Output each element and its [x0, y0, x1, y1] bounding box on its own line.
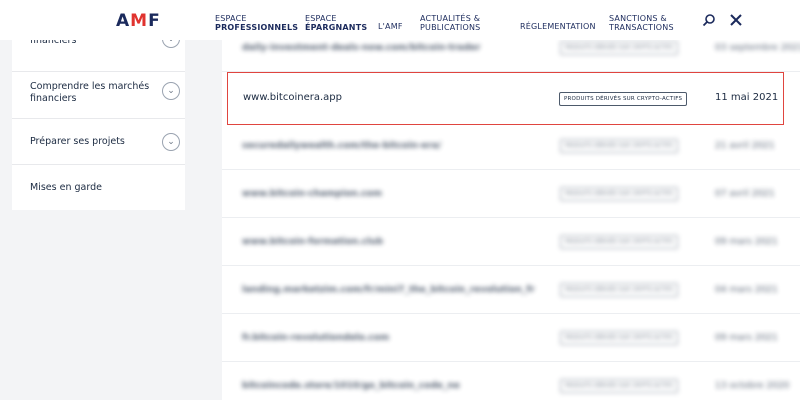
nav-line1: ESPACE [215, 14, 247, 23]
nav-line1: SANCTIONS & [609, 14, 667, 23]
row-url[interactable]: bitcoincode.store/1010/go_bitcoin_code_n… [242, 381, 460, 391]
sidebar-item-preparer-ses-projets[interactable]: Préparer ses projets ⌄ [12, 119, 185, 165]
row-date: 11 mai 2021 [715, 92, 779, 103]
nav-line2: PUBLICATIONS [420, 23, 481, 32]
search-icon[interactable] [702, 13, 716, 27]
nav-sanctions-transactions[interactable]: SANCTIONS & TRANSACTIONS [609, 14, 674, 32]
row-date: 04 mars 2021 [715, 285, 778, 295]
close-icon[interactable] [729, 13, 743, 27]
nav-line2: PROFESSIONNELS [215, 23, 299, 32]
highlighted-table-row[interactable]: www.bitcoinera.app PRODUITS DÉRIVÉS SUR … [227, 72, 784, 125]
nav-line1: ACTUALITÉS & [420, 14, 481, 23]
chevron-down-icon[interactable]: ⌄ [162, 133, 180, 151]
table-row[interactable]: securedailywealth.com/the-bitcoin-era/ P… [222, 122, 800, 170]
nav-line1: L'AMF [378, 22, 403, 31]
nav-line1: RÉGLEMENTATION [520, 22, 596, 31]
logo-text: AMF [116, 11, 161, 31]
row-url[interactable]: www.bitcoin-champion.com [242, 189, 382, 199]
sidebar-item-mises-en-garde[interactable]: Mises en garde [12, 165, 185, 210]
nav-lamf[interactable]: L'AMF [378, 22, 403, 31]
sidebar-item-financiers[interactable]: financiers ⌄ [12, 30, 185, 72]
row-category-badge: PRODUITS DÉRIVÉS SUR CRYPTO-ACTIFS [560, 235, 679, 249]
row-date: 21 avril 2021 [715, 141, 775, 151]
row-date: 13 octobre 2020 [715, 381, 790, 391]
row-category-badge: PRODUITS DÉRIVÉS SUR CRYPTO-ACTIFS [560, 41, 679, 55]
nav-espace-professionnels[interactable]: ESPACE PROFESSIONNELS [215, 14, 298, 32]
nav-espace-epargnants[interactable]: ESPACE ÉPARGNANTS [305, 14, 367, 32]
nav-reglementation[interactable]: RÉGLEMENTATION [520, 22, 596, 31]
row-url[interactable]: securedailywealth.com/the-bitcoin-era/ [242, 141, 441, 151]
sidebar-item-comprendre-les-marches[interactable]: Comprendre les marchés financiers ⌄ [12, 72, 185, 119]
sidebar-menu: financiers ⌄ Comprendre les marchés fina… [12, 30, 185, 210]
table-row[interactable]: www.bitcoin-champion.com PRODUITS DÉRIVÉ… [222, 170, 800, 218]
sidebar-item-label: Mises en garde [30, 182, 102, 193]
row-date: 09 mars 2021 [715, 333, 778, 343]
table-row[interactable]: bitcoincode.store/1010/go_bitcoin_code_n… [222, 362, 800, 400]
table-row[interactable]: www.bitcoin-formation.club PRODUITS DÉRI… [222, 218, 800, 266]
row-category-badge: PRODUITS DÉRIVÉS SUR CRYPTO-ACTIFS [560, 379, 679, 393]
row-category-badge: PRODUITS DÉRIVÉS SUR CRYPTO-ACTIFS [560, 187, 679, 201]
row-category-badge: PRODUITS DÉRIVÉS SUR CRYPTO-ACTIFS [560, 331, 679, 345]
row-url[interactable]: www.bitcoin-formation.club [242, 237, 383, 247]
nav-line1: ESPACE [305, 14, 337, 23]
chevron-down-icon[interactable]: ⌄ [162, 82, 180, 100]
row-category-badge: PRODUITS DÉRIVÉS SUR CRYPTO-ACTIFS [560, 283, 679, 297]
row-category-badge: PRODUITS DÉRIVÉS SUR CRYPTO-ACTIFS [559, 92, 688, 106]
amf-logo[interactable]: AMF [116, 11, 161, 31]
row-category-badge: PRODUITS DÉRIVÉS SUR CRYPTO-ACTIFS [560, 139, 679, 153]
row-date: 07 avril 2021 [715, 189, 775, 199]
sidebar-item-label: Comprendre les marchés financiers [30, 81, 150, 104]
sidebar-item-label: Préparer ses projets [30, 136, 125, 147]
row-url[interactable]: daily-investment-deals-now.com/bitcoin-t… [242, 43, 480, 53]
nav-line2: TRANSACTIONS [609, 23, 674, 32]
nav-line2: ÉPARGNANTS [305, 23, 368, 32]
site-header: AMF ESPACE PROFESSIONNELS ESPACE ÉPARGNA… [0, 0, 800, 40]
row-date: 09 mars 2021 [715, 237, 778, 247]
nav-actualites-publications[interactable]: ACTUALITÉS & PUBLICATIONS [420, 14, 480, 32]
row-date: 03 septembre 2021 [715, 43, 800, 53]
row-url[interactable]: landing.marketzim.com/fr/mini7_the_bitco… [242, 285, 535, 295]
row-url[interactable]: www.bitcoinera.app [243, 92, 342, 103]
table-row[interactable]: fr.bitcoin-revolutiondelo.com PRODUITS D… [222, 314, 800, 362]
row-url[interactable]: fr.bitcoin-revolutiondelo.com [242, 333, 389, 343]
table-row[interactable]: landing.marketzim.com/fr/mini7_the_bitco… [222, 266, 800, 314]
